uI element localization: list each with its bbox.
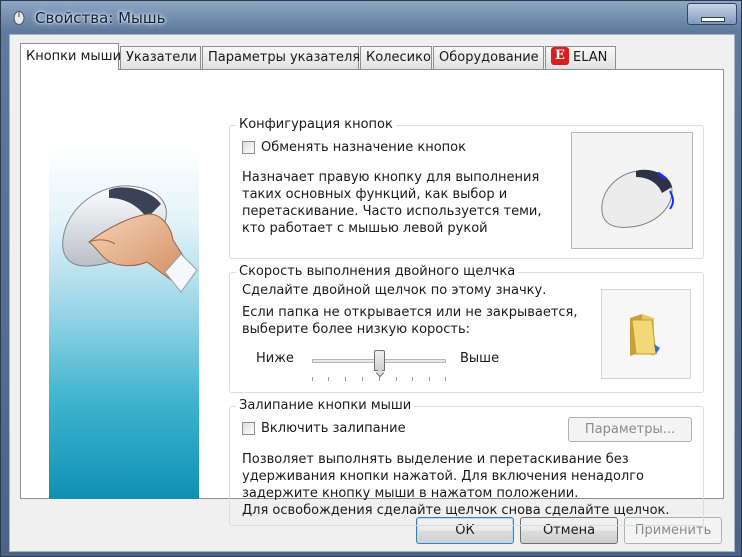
tab-label: ELAN	[573, 50, 608, 65]
double-click-group: Скорость выполнения двойного щелчка Сдел…	[229, 264, 704, 393]
window-title: Свойства: Мышь	[35, 9, 166, 27]
instruction-line: выберите более низкую корость:	[242, 322, 471, 337]
click-lock-checkbox-row[interactable]: Включить залипание	[242, 421, 406, 436]
swap-buttons-checkbox[interactable]	[242, 141, 255, 154]
slider-tick	[379, 377, 380, 381]
speed-slider-thumb[interactable]	[373, 350, 385, 371]
click-lock-group: Залипание кнопки мыши Включить залипание…	[229, 398, 704, 526]
button-config-group: Конфигурация кнопок Обменять назначение …	[229, 117, 704, 259]
mouse-hand-illustration	[49, 144, 199, 499]
slider-tick	[328, 377, 329, 381]
slider-tick	[312, 377, 313, 381]
description-line: Позволяет выполнять выделение и перетаск…	[242, 452, 629, 467]
tab-hardware[interactable]: Оборудование	[433, 46, 544, 69]
swap-buttons-checkbox-row[interactable]: Обменять назначение кнопок	[242, 140, 466, 155]
button-config-description: Назначает правую кнопку для выполнения т…	[242, 169, 542, 237]
tab-label: Кнопки мыши	[26, 49, 122, 64]
click-lock-settings-button[interactable]: Параметры...	[568, 417, 692, 442]
checkbox-label: Включить залипание	[261, 421, 406, 436]
click-lock-description: Позволяет выполнять выделение и перетаск…	[242, 451, 670, 519]
tab-label: Колесико	[366, 50, 431, 65]
description-line: задержите кнопку мыши в нажатом положени…	[242, 486, 579, 501]
description-line: перетаскивание. Часто используется теми,	[242, 204, 542, 219]
minimize-button[interactable]	[687, 3, 737, 25]
tab-pointer-options[interactable]: Параметры указателя	[202, 46, 361, 69]
tab-label: Оборудование	[439, 50, 539, 65]
elan-logo-icon: E	[551, 47, 569, 65]
slider-tick	[396, 377, 397, 381]
checkbox-label: Обменять назначение кнопок	[261, 140, 466, 155]
description-line: таких основных функций, как выбор и	[242, 187, 508, 202]
tab-buttons[interactable]: Кнопки мыши	[20, 43, 122, 70]
folder-icon[interactable]	[602, 290, 690, 378]
hand-on-mouse-icon	[62, 185, 198, 293]
mouse-properties-window: Свойства: Мышь Кнопки мыши Указатели Пар…	[0, 0, 742, 557]
fast-label: Выше	[460, 351, 500, 366]
group-title: Скорость выполнения двойного щелчка	[236, 264, 519, 279]
test-folder-area[interactable]	[601, 289, 691, 379]
group-title: Конфигурация кнопок	[236, 117, 396, 132]
slider-tick	[429, 377, 430, 381]
slider-tick	[445, 377, 446, 381]
mouse-icon	[13, 11, 25, 25]
title-bar[interactable]: Свойства: Мышь	[1, 1, 742, 34]
mouse-preview	[571, 132, 693, 249]
slow-label: Ниже	[256, 351, 294, 366]
dialog-client-area: Кнопки мыши Указатели Параметры указател…	[9, 34, 735, 552]
instruction-line: Если папка не открывается или не закрыва…	[242, 305, 578, 320]
slider-tick	[345, 377, 346, 381]
tab-label: Параметры указателя	[208, 50, 361, 65]
buttons-tab-panel: Конфигурация кнопок Обменять назначение …	[20, 69, 724, 526]
double-click-instruction: Если папка не открывается или не закрыва…	[242, 304, 578, 338]
double-click-hint: Сделайте двойной щелчок по этому значку.	[242, 283, 547, 298]
description-line: Назначает правую кнопку для выполнения	[242, 170, 540, 185]
mouse-preview-icon	[601, 169, 674, 228]
slider-tick	[362, 377, 363, 381]
tab-elan[interactable]: E ELAN	[545, 46, 616, 69]
tab-wheel[interactable]: Колесико	[360, 46, 432, 69]
description-line: кто работает с мышью левой рукой	[242, 221, 488, 236]
tab-label: Указатели	[126, 50, 197, 65]
tab-pointers[interactable]: Указатели	[120, 46, 201, 69]
slider-tick	[412, 377, 413, 381]
description-line: удерживания кнопки нажатой. Для включени…	[242, 469, 645, 484]
click-lock-checkbox[interactable]	[242, 422, 255, 435]
group-title: Залипание кнопки мыши	[236, 398, 415, 413]
description-line: Для освобождения сделайте щелчок снова с…	[242, 503, 670, 518]
